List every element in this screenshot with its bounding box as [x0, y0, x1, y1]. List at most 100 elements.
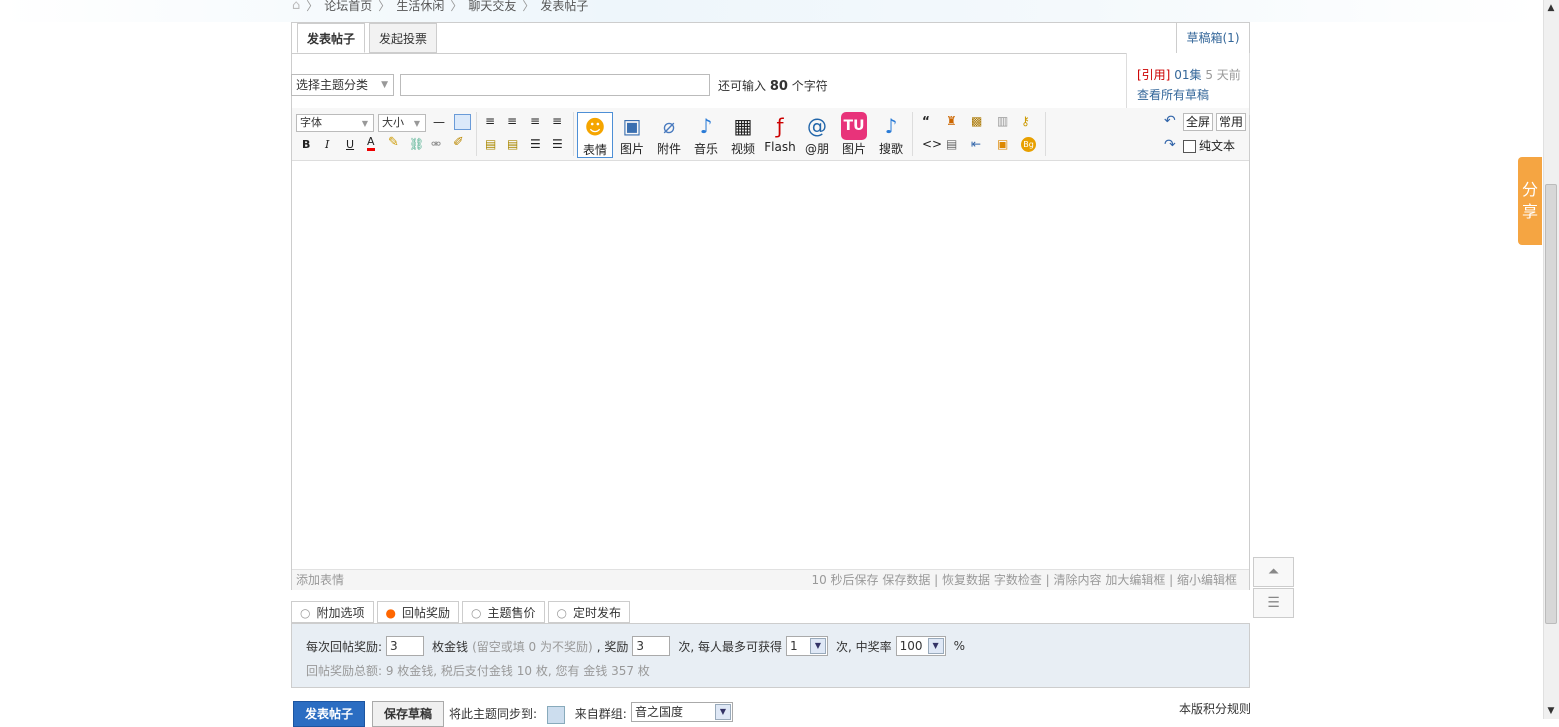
breadcrumb-item-life[interactable]: 生活休闲	[396, 0, 444, 14]
sync-weibo-icon[interactable]	[546, 705, 565, 724]
align-center-icon[interactable]: ≡	[507, 114, 517, 128]
ordered-list-icon[interactable]: ☰	[530, 137, 541, 151]
table-icon[interactable]	[454, 114, 471, 130]
tab-scheduled-post[interactable]: ○ 定时发布	[547, 601, 630, 623]
plain-text-label: 纯文本	[1199, 139, 1236, 153]
draft-name[interactable]: 01集	[1174, 68, 1201, 82]
clear-format-icon[interactable]: ✐	[453, 136, 464, 150]
board-rules-link[interactable]: 本版积分规则	[1179, 700, 1251, 717]
code-icon[interactable]: <>	[922, 137, 942, 151]
reply-reward-panel: 每次回帖奖励: 3 枚金钱 (留空或填 0 为不奖励), 奖励 3 次, 每人最多…	[291, 623, 1250, 688]
editor-statusbar: 添加表情 10 秒后保存 保存数据 | 恢复数据 字数检查 | 清除内容 加大编…	[292, 569, 1249, 590]
quote-icon[interactable]: “	[922, 114, 930, 128]
chevron-down-icon: ▼	[927, 638, 944, 654]
chevron-down-icon: ▼	[809, 638, 826, 654]
scroll-up-icon[interactable]: ▲	[1543, 0, 1559, 16]
highlight-icon[interactable]: ✎	[388, 136, 399, 150]
music-button[interactable]: ♪ 音乐	[688, 112, 724, 158]
common-button[interactable]: 常用	[1216, 113, 1247, 131]
unordered-list-icon[interactable]: ☰	[552, 137, 563, 151]
index-icon[interactable]: ▥	[997, 114, 1008, 128]
unlink-icon[interactable]: ⚮	[431, 137, 441, 151]
bold-icon[interactable]: B	[302, 138, 310, 152]
scroll-down-icon[interactable]: ▼	[1543, 703, 1559, 719]
tab-poll[interactable]: 发起投票	[369, 23, 438, 53]
win-rate-select[interactable]: 100 ▼	[895, 636, 946, 656]
search-song-button[interactable]: ♪ 搜歌	[873, 112, 909, 158]
mention-button[interactable]: @ @朋	[799, 112, 835, 158]
tab-reply-reward[interactable]: ● 回帖奖励	[376, 601, 459, 623]
draft-cite[interactable]: [引用]	[1137, 68, 1170, 82]
float-left-icon[interactable]: ▤	[485, 137, 496, 151]
group-select[interactable]: 音之国度 ▼	[631, 702, 733, 722]
home-icon[interactable]: ⌂	[292, 0, 300, 13]
share-button[interactable]: 分享	[1518, 157, 1542, 245]
breadcrumb-item-chat[interactable]: 聊天交友	[468, 0, 516, 14]
editor-content-area[interactable]	[292, 161, 1249, 569]
emoji-button[interactable]: ☻ 表情	[577, 112, 613, 158]
smiley-icon: ☻	[584, 115, 606, 139]
font-color-icon[interactable]: A	[367, 136, 375, 151]
align-left-icon[interactable]: ≡	[485, 114, 495, 128]
top-background	[0, 0, 1540, 22]
free-icon[interactable]: ▩	[971, 114, 982, 128]
hr-icon[interactable]: —	[433, 115, 445, 129]
tab-post[interactable]: 发表帖子	[297, 23, 366, 53]
plain-text-checkbox[interactable]	[1183, 140, 1196, 153]
tu-image-button[interactable]: TU 图片	[836, 112, 872, 158]
redo-icon[interactable]: ↷	[1164, 138, 1176, 152]
view-all-drafts-link[interactable]: 查看所有草稿	[1137, 88, 1209, 102]
underline-icon[interactable]: U	[346, 138, 354, 152]
draft-popup: [引用] 01集 5 天前 查看所有草稿	[1126, 53, 1250, 115]
list-view-button[interactable]: ☰	[1253, 588, 1294, 618]
indent-icon[interactable]: ⇤	[971, 137, 981, 151]
attachment-button[interactable]: ⌀ 附件	[651, 112, 687, 158]
font-select[interactable]: 字体 ▼	[296, 114, 374, 132]
bg-icon[interactable]: Bg	[1021, 137, 1036, 152]
undo-icon[interactable]: ↶	[1164, 114, 1176, 128]
image-button[interactable]: ▣ 图片	[614, 112, 650, 158]
editor-toolbar: 字体 ▼ 大小 ▼ — B I U A ✎ ⛓ ⚮ ✐ ≡ ≡ ≡ ≡ ▤ ▤ ☰ …	[292, 108, 1249, 161]
music-search-icon: ♪	[884, 114, 898, 138]
tab-topic-price[interactable]: ○ 主题售价	[462, 601, 545, 623]
topic-type-select[interactable]: 选择主题分类 ▼	[291, 74, 394, 96]
max-per-user-select[interactable]: 1 ▼	[785, 636, 828, 656]
page-break-icon[interactable]: ▤	[946, 137, 957, 151]
save-draft-button[interactable]: 保存草稿	[372, 701, 444, 727]
option-tabs: ○ 附加选项 ● 回帖奖励 ○ 主题售价 ○ 定时发布	[291, 601, 630, 623]
arrow-up-icon: ⏶	[1267, 564, 1280, 580]
password-icon[interactable]: ⚷	[1021, 114, 1030, 128]
video-icon: ▦	[733, 114, 753, 138]
hide-icon[interactable]: ♜	[946, 114, 957, 128]
reward-amount-input[interactable]: 3	[386, 636, 425, 656]
chevron-down-icon: ▼	[361, 119, 368, 128]
video-button[interactable]: ▦ 视频	[725, 112, 761, 158]
submit-post-button[interactable]: 发表帖子	[293, 701, 365, 727]
reward-summary: 回帖奖励总额: 9 枚金钱, 税后支付金钱 10 枚, 您有 金钱 357 枚	[306, 664, 650, 678]
media-icon[interactable]: ▣	[997, 137, 1008, 151]
align-justify-icon[interactable]: ≡	[552, 114, 562, 128]
size-select[interactable]: 大小 ▼	[378, 114, 426, 132]
link-icon[interactable]: ⛓	[409, 137, 424, 151]
float-right-icon[interactable]: ▤	[507, 137, 518, 151]
title-input[interactable]	[400, 74, 710, 96]
statusbar-actions[interactable]: 10 秒后保存 保存数据 | 恢复数据 字数检查 | 清除内容 加大编辑框 | …	[811, 570, 1237, 590]
tab-extra-options[interactable]: ○ 附加选项	[291, 601, 374, 623]
draft-box-button[interactable]: 草稿箱(1)	[1176, 23, 1249, 53]
align-right-icon[interactable]: ≡	[530, 114, 540, 128]
back-to-top-button[interactable]: ⏶	[1253, 557, 1294, 587]
add-emoji-link[interactable]: 添加表情	[292, 573, 344, 587]
flash-button[interactable]: ƒ Flash	[762, 112, 798, 158]
sync-row: 将此主题同步到: 来自群组:	[449, 705, 627, 724]
flash-icon: ƒ	[776, 114, 784, 138]
reward-times-input[interactable]: 3	[632, 636, 671, 656]
tu-icon: TU	[841, 112, 867, 140]
list-icon: ☰	[1267, 595, 1280, 611]
scrollbar-thumb[interactable]	[1545, 184, 1557, 624]
breadcrumb: ⌂ 〉 论坛首页 〉 生活休闲 〉 聊天交友 〉 发表帖子	[292, 0, 588, 13]
italic-icon[interactable]: I	[325, 138, 329, 152]
breadcrumb-item-forum-home[interactable]: 论坛首页	[324, 0, 372, 14]
music-icon: ♪	[699, 114, 713, 138]
remaining-chars: 还可输入 80 个字符	[718, 79, 828, 94]
fullscreen-button[interactable]: 全屏	[1183, 113, 1214, 131]
